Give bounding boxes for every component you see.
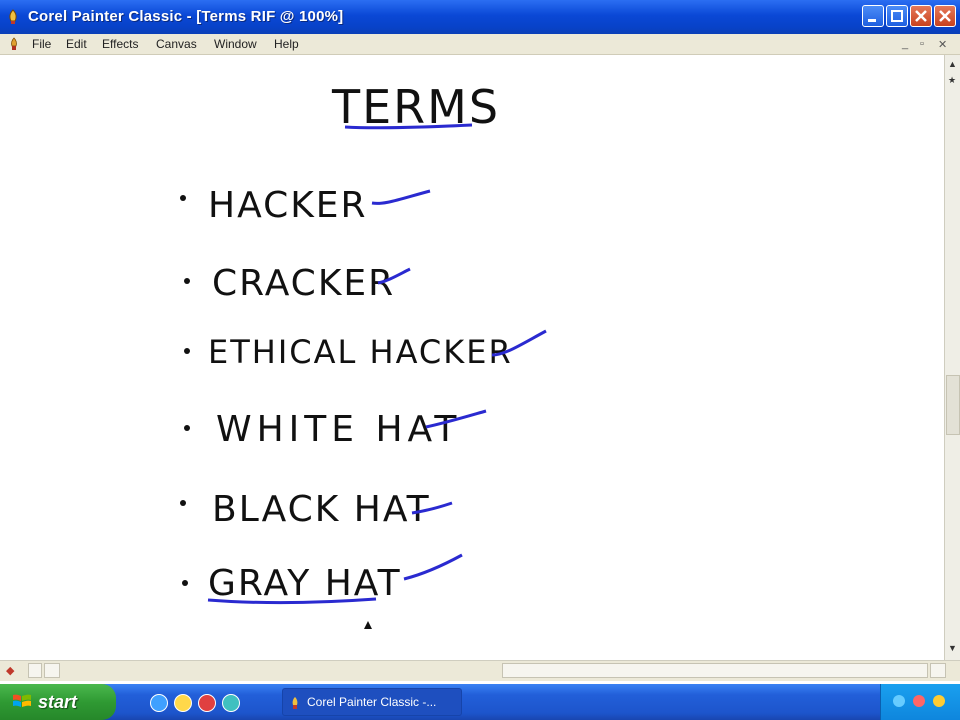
bullet-dot	[180, 195, 186, 201]
brush-cursor-icon	[364, 621, 372, 629]
palette-arrow-icon[interactable]: ▲	[948, 59, 957, 69]
palette-star-icon[interactable]: ★	[948, 75, 956, 86]
menu-help[interactable]: Help	[274, 37, 299, 51]
doc-close-icon[interactable]: ✕	[938, 38, 947, 51]
horizontal-scrollbar[interactable]: ◆	[0, 660, 960, 681]
painter-app-icon	[9, 9, 17, 24]
close-icon	[915, 10, 927, 22]
watermark-logo	[700, 8, 860, 26]
menu-canvas[interactable]: Canvas	[156, 37, 197, 51]
bullet-dot	[184, 278, 190, 284]
minimize-button[interactable]	[862, 5, 884, 27]
desktop-icon[interactable]	[222, 694, 240, 712]
bullet-dot	[184, 348, 190, 354]
tray-security-icon[interactable]	[913, 695, 925, 707]
term-black-hat: BLACK HAT	[212, 489, 431, 530]
maximize-button[interactable]	[886, 5, 908, 27]
media-icon[interactable]	[198, 694, 216, 712]
term-white-hat: WHITE HAT	[216, 409, 461, 450]
close-button[interactable]	[910, 5, 932, 27]
close-icon	[939, 10, 951, 22]
taskbar-item-painter[interactable]: Corel Painter Classic -...	[282, 688, 462, 716]
ie-icon[interactable]	[150, 694, 168, 712]
menu-bar: File Edit Effects Canvas Window Help _ ▫…	[0, 34, 960, 55]
window-titlebar[interactable]: Corel Painter Classic - [Terms RIF @ 100…	[0, 0, 960, 34]
close-button-outer[interactable]	[934, 5, 956, 27]
minimize-icon	[868, 19, 876, 22]
maximize-icon	[891, 10, 903, 22]
bullet-dot	[180, 500, 186, 506]
start-button[interactable]: start	[0, 684, 116, 720]
scroll-right-arrow[interactable]	[930, 663, 946, 678]
tray-volume-icon[interactable]	[933, 695, 945, 707]
term-ethical-hacker: ETHICAL HACKER	[208, 333, 513, 371]
bullet-dot	[182, 580, 188, 586]
menu-file[interactable]: File	[32, 37, 51, 51]
vertical-scrollbar[interactable]: ▲ ★ ▼	[944, 55, 960, 660]
tray-network-icon[interactable]	[893, 695, 905, 707]
canvas-drawing: TERMS HACKER CRACKER ETHICAL HACKER WHIT…	[180, 80, 547, 629]
painter-app-icon	[292, 697, 298, 709]
scroll-down-icon[interactable]: ▼	[948, 643, 957, 653]
scroll-thumb[interactable]	[946, 375, 960, 435]
bullet-dot	[184, 425, 190, 431]
term-hacker: HACKER	[208, 185, 368, 226]
window-title: Corel Painter Classic - [Terms RIF @ 100…	[28, 8, 344, 25]
menu-effects[interactable]: Effects	[102, 37, 138, 51]
menu-edit[interactable]: Edit	[66, 37, 87, 51]
start-label: start	[38, 692, 78, 712]
taskbar-item-label: Corel Painter Classic -...	[307, 695, 437, 709]
system-tray	[880, 684, 960, 720]
drawing-canvas[interactable]: TERMS HACKER CRACKER ETHICAL HACKER WHIT…	[0, 55, 944, 660]
term-cracker: CRACKER	[212, 263, 395, 304]
doc-restore-icon[interactable]: ▫	[920, 38, 924, 50]
scroll-left-button[interactable]	[28, 663, 42, 678]
checkmark-icon	[403, 553, 463, 581]
scroll-track[interactable]	[502, 663, 928, 678]
document-icon	[11, 37, 17, 50]
taskbar: start Corel Painter Classic -...	[0, 684, 960, 720]
doc-minimize-icon[interactable]: _	[902, 38, 908, 50]
scroll-left-arrow[interactable]	[44, 663, 60, 678]
menu-window[interactable]: Window	[214, 37, 257, 51]
checkmark-icon	[371, 189, 431, 205]
windows-flag-icon	[13, 694, 31, 707]
color-swatch-icon[interactable]: ◆	[6, 664, 14, 677]
explorer-icon[interactable]	[174, 694, 192, 712]
